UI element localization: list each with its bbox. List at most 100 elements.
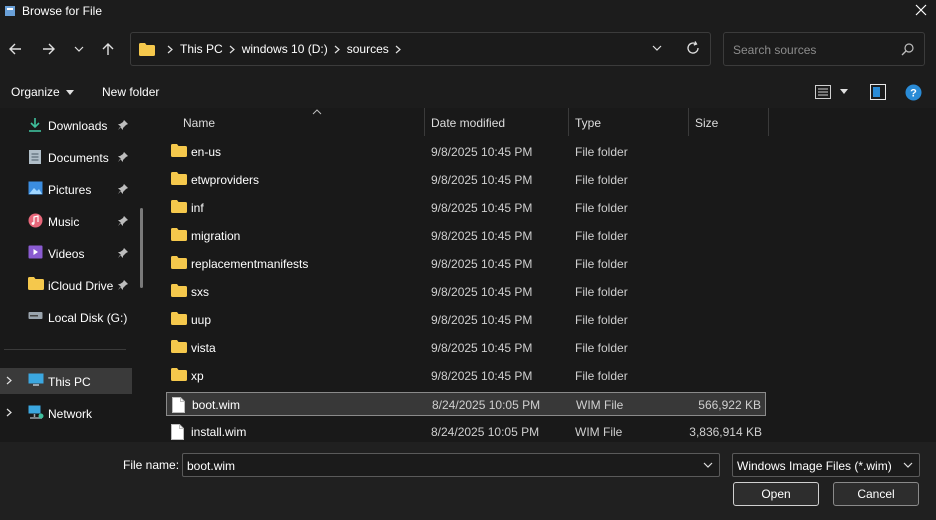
file-row[interactable]: vista 9/8/2025 10:45 PM File folder (166, 336, 766, 360)
file-date: 8/24/2025 10:05 PM (432, 398, 541, 412)
pin-icon[interactable] (118, 280, 128, 290)
chevron-down-icon[interactable] (703, 462, 713, 469)
help-icon[interactable]: ? (905, 84, 922, 101)
folder-icon (171, 200, 187, 216)
search-input[interactable]: Search sources (733, 43, 816, 57)
file-date: 9/8/2025 10:45 PM (431, 257, 533, 271)
new-folder-button[interactable]: New folder (102, 85, 159, 99)
file-name-input[interactable]: boot.wim (187, 459, 235, 473)
pin-icon[interactable] (118, 152, 128, 162)
chevron-right-icon[interactable] (6, 408, 12, 417)
sidebar-item-network[interactable]: Network (0, 400, 140, 426)
file-icon (172, 397, 185, 416)
breadcrumb-this-pc[interactable]: This PC (180, 42, 223, 56)
column-header-size[interactable]: Size (689, 108, 768, 136)
file-date: 9/8/2025 10:45 PM (431, 229, 533, 243)
search-box[interactable]: Search sources (723, 32, 925, 66)
organize-menu[interactable]: Organize (11, 85, 74, 99)
navigation-pane: Downloads Documents Pictures Music Video… (0, 108, 150, 442)
preview-pane-icon[interactable] (870, 84, 886, 100)
file-name: boot.wim (192, 398, 241, 412)
file-row[interactable]: replacementmanifests 9/8/2025 10:45 PM Fil… (166, 252, 766, 276)
address-dropdown-icon[interactable] (652, 43, 662, 53)
file-name: sxs (191, 285, 209, 299)
pin-icon[interactable] (118, 216, 128, 226)
chevron-right-icon[interactable] (395, 45, 401, 54)
file-row[interactable]: sxs 9/8/2025 10:45 PM File folder (166, 280, 766, 304)
file-type: File folder (575, 341, 628, 355)
file-name-field[interactable]: boot.wim (182, 453, 720, 477)
address-bar[interactable]: This PC windows 10 (D:) sources (130, 32, 711, 66)
picture-icon (28, 181, 43, 195)
file-name: vista (191, 341, 216, 355)
file-date: 9/8/2025 10:45 PM (431, 285, 533, 299)
column-header-date[interactable]: Date modified (425, 108, 568, 136)
close-button[interactable] (906, 0, 936, 20)
file-type: File folder (575, 173, 628, 187)
chevron-right-icon[interactable] (167, 45, 173, 54)
file-row[interactable]: migration 9/8/2025 10:45 PM File folder (166, 224, 766, 248)
folder-icon (171, 144, 187, 160)
file-row[interactable]: boot.wim 8/24/2025 10:05 PM WIM File 566,92… (166, 392, 766, 416)
file-name: uup (191, 313, 212, 327)
file-name: replacementmanifests (191, 257, 309, 271)
back-button[interactable] (4, 38, 26, 60)
file-date: 9/8/2025 10:45 PM (431, 341, 533, 355)
folder-icon (28, 277, 44, 290)
sidebar-item-icloud-drive[interactable]: iCloud Drive (0, 272, 140, 298)
refresh-icon[interactable] (686, 41, 700, 55)
cancel-button[interactable]: Cancel (833, 482, 919, 506)
sidebar-item-pictures[interactable]: Pictures (0, 176, 140, 202)
up-button[interactable] (97, 38, 119, 60)
video-icon (28, 245, 43, 259)
sidebar-item-label: Videos (48, 247, 85, 261)
file-type: File folder (575, 285, 628, 299)
file-row[interactable]: install.wim 8/24/2025 10:05 PM WIM File 3,8… (166, 420, 766, 444)
details-view-icon[interactable] (815, 85, 831, 99)
app-icon (5, 6, 15, 16)
file-name-label: File name: (123, 458, 180, 472)
caret-down-icon[interactable] (840, 89, 848, 94)
sidebar-item-label: Music (48, 215, 80, 229)
column-header-name[interactable]: Name (166, 108, 424, 136)
sidebar-item-local-disk[interactable]: Local Disk (G:) (0, 304, 140, 330)
folder-icon (171, 256, 187, 272)
breadcrumb-drive[interactable]: windows 10 (D:) (242, 42, 328, 56)
sidebar-item-this-pc[interactable]: This PC (0, 368, 132, 394)
forward-button[interactable] (38, 38, 60, 60)
sort-ascending-icon (312, 109, 322, 115)
chevron-right-icon[interactable] (334, 45, 340, 54)
folder-icon (171, 312, 187, 328)
sidebar-item-downloads[interactable]: Downloads (0, 112, 140, 138)
file-row[interactable]: xp 9/8/2025 10:45 PM File folder (166, 364, 766, 388)
chevron-right-icon[interactable] (229, 45, 235, 54)
file-date: 9/8/2025 10:45 PM (431, 313, 533, 327)
sidebar-item-videos[interactable]: Videos (0, 240, 140, 266)
file-date: 9/8/2025 10:45 PM (431, 173, 533, 187)
open-button[interactable]: Open (733, 482, 819, 506)
file-row[interactable]: inf 9/8/2025 10:45 PM File folder (166, 196, 766, 220)
sidebar-item-music[interactable]: Music (0, 208, 140, 234)
chevron-down-icon (74, 46, 84, 52)
column-label: Date modified (431, 116, 506, 130)
recent-locations-button[interactable] (68, 38, 90, 60)
file-name: en-us (191, 145, 222, 159)
file-type: WIM File (575, 425, 623, 439)
pin-icon[interactable] (118, 120, 128, 130)
sidebar-item-documents[interactable]: Documents (0, 144, 140, 170)
chevron-right-icon[interactable] (6, 376, 12, 385)
music-icon (28, 213, 43, 228)
file-size: 3,836,914 KB (689, 425, 762, 439)
document-icon (29, 150, 41, 164)
file-row[interactable]: uup 9/8/2025 10:45 PM File folder (166, 308, 766, 332)
file-row[interactable]: etwproviders 9/8/2025 10:45 PM File folder (166, 168, 766, 192)
column-divider[interactable] (768, 108, 769, 136)
breadcrumb-sources[interactable]: sources (347, 42, 389, 56)
file-type-filter[interactable]: Windows Image Files (*.wim) (732, 453, 920, 477)
file-row[interactable]: en-us 9/8/2025 10:45 PM File folder (166, 140, 766, 164)
navigation-scrollbar[interactable] (140, 208, 143, 288)
pin-icon[interactable] (118, 248, 128, 258)
column-header-type[interactable]: Type (569, 108, 688, 136)
pin-icon[interactable] (118, 184, 128, 194)
arrow-left-icon (9, 43, 21, 55)
